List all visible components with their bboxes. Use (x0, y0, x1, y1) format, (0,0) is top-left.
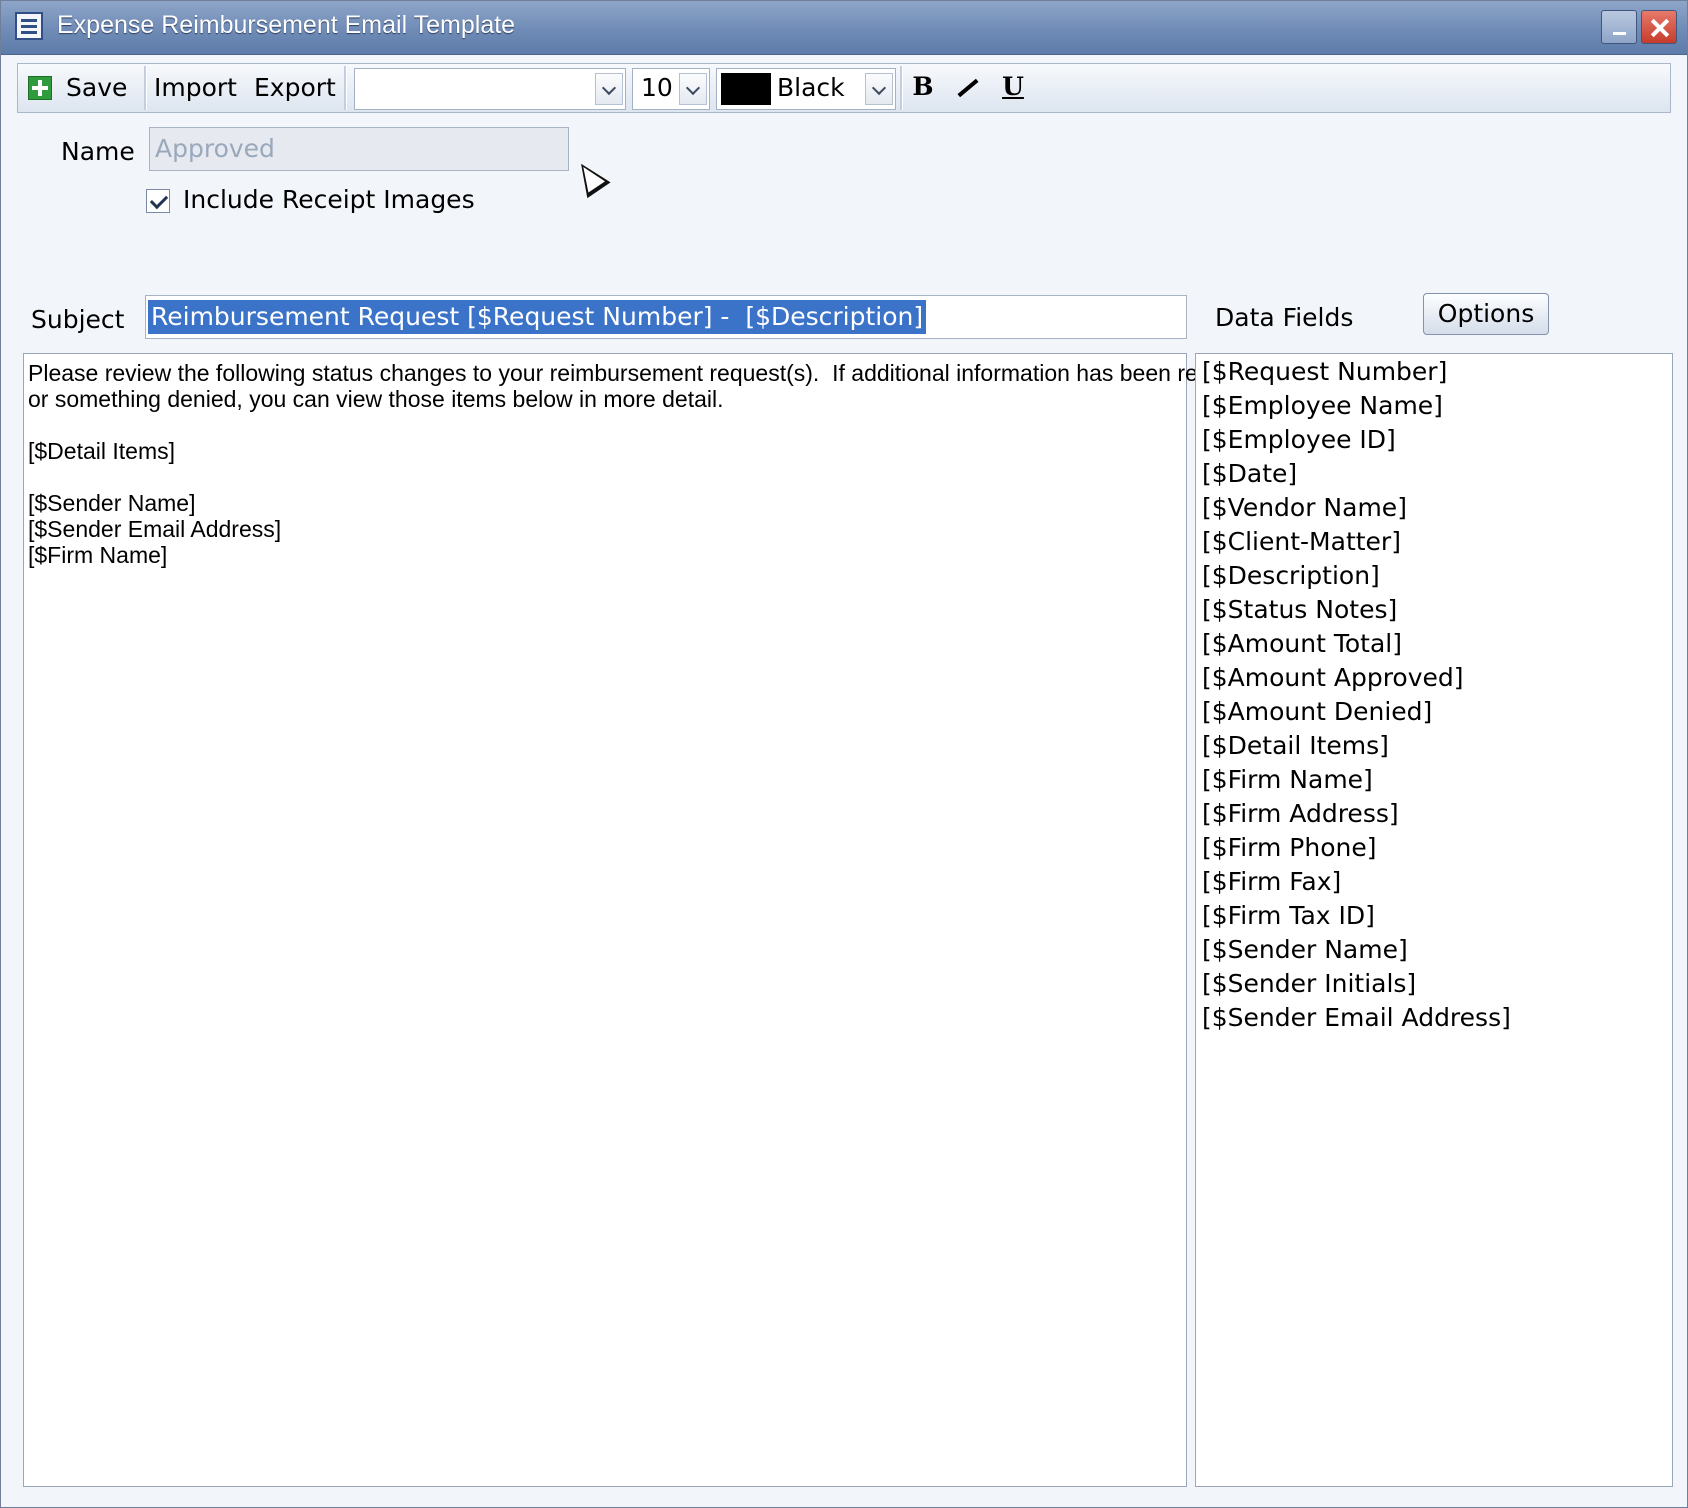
toolbar-divider (900, 66, 903, 110)
chevron-down-icon[interactable] (679, 73, 707, 105)
template-name-field[interactable]: Approved (149, 127, 569, 171)
formatting-toolbar: Save Import Export 10 Black B U (17, 63, 1671, 113)
data-field-item[interactable]: [$Firm Name] (1202, 765, 1373, 794)
body-line: [$Firm Name] (28, 542, 168, 568)
import-button[interactable]: Import (154, 68, 237, 108)
minimize-icon[interactable] (1601, 10, 1637, 44)
underline-button[interactable]: U (996, 70, 1030, 104)
data-field-item[interactable]: [$Employee Name] (1202, 391, 1443, 420)
font-color-value: Black (777, 73, 845, 102)
font-color-select[interactable]: Black (716, 68, 896, 110)
name-label: Name (61, 137, 135, 166)
data-field-item[interactable]: [$Firm Tax ID] (1202, 901, 1375, 930)
data-field-item[interactable]: [$Firm Address] (1202, 799, 1399, 828)
options-button[interactable]: Options (1423, 293, 1549, 335)
data-field-item[interactable]: [$Description] (1202, 561, 1380, 590)
body-line: [$Sender Email Address] (28, 516, 282, 542)
data-field-item[interactable]: [$Request Number] (1202, 357, 1447, 386)
body-line: or something denied, you can view those … (28, 386, 724, 412)
email-body-editor[interactable]: Please review the following status chang… (23, 353, 1280, 1487)
data-field-item[interactable]: [$Firm Fax] (1202, 867, 1341, 896)
data-field-item[interactable]: [$Client-Matter] (1202, 527, 1401, 556)
include-receipts-label[interactable]: Include Receipt Images (183, 185, 475, 214)
title-bar[interactable]: Expense Reimbursement Email Template (1, 1, 1687, 55)
data-field-item[interactable]: [$Date] (1202, 459, 1297, 488)
data-field-item[interactable]: [$Employee ID] (1202, 425, 1396, 454)
color-swatch (721, 73, 771, 105)
save-button[interactable]: Save (28, 68, 138, 108)
mouse-cursor-icon (569, 155, 611, 199)
data-field-item[interactable]: [$Vendor Name] (1202, 493, 1407, 522)
chevron-down-icon[interactable] (595, 73, 623, 105)
chevron-down-icon[interactable] (865, 73, 893, 105)
data-fields-list[interactable]: [$Request Number] [$Employee Name] [$Emp… (1195, 353, 1673, 1487)
toolbar-divider (344, 66, 347, 110)
body-line: [$Sender Name] (28, 490, 196, 516)
template-window: Expense Reimbursement Email Template Sav… (0, 0, 1688, 1508)
export-button[interactable]: Export (254, 68, 336, 108)
close-icon[interactable] (1641, 10, 1677, 44)
app-icon (15, 12, 43, 40)
data-field-item[interactable]: [$Sender Initials] (1202, 969, 1416, 998)
font-size-value: 10 (641, 73, 673, 102)
body-line: Please review the following status chang… (28, 360, 1280, 386)
font-family-select[interactable] (354, 68, 626, 110)
window-title: Expense Reimbursement Email Template (57, 11, 516, 39)
data-field-item[interactable]: [$Status Notes] (1202, 595, 1397, 624)
data-field-item[interactable]: [$Firm Phone] (1202, 833, 1377, 862)
body-line: [$Detail Items] (28, 438, 175, 464)
italic-button[interactable] (950, 70, 984, 104)
subject-field[interactable]: Reimbursement Request [$Request Number] … (145, 295, 1187, 339)
subject-label: Subject (31, 305, 125, 334)
data-field-item[interactable]: [$Detail Items] (1202, 731, 1389, 760)
data-field-item[interactable]: [$Amount Denied] (1202, 697, 1432, 726)
data-field-item[interactable]: [$Sender Email Address] (1202, 1003, 1511, 1032)
plus-icon (28, 76, 52, 100)
font-size-select[interactable]: 10 (632, 68, 710, 110)
bold-button[interactable]: B (906, 70, 940, 104)
save-label: Save (66, 73, 128, 102)
include-receipts-checkbox[interactable] (146, 189, 170, 213)
data-field-item[interactable]: [$Amount Approved] (1202, 663, 1464, 692)
data-field-item[interactable]: [$Sender Name] (1202, 935, 1408, 964)
subject-selected-text: Reimbursement Request [$Request Number] … (148, 300, 927, 334)
data-fields-label: Data Fields (1215, 303, 1354, 332)
data-field-item[interactable]: [$Amount Total] (1202, 629, 1402, 658)
toolbar-divider (144, 66, 147, 110)
